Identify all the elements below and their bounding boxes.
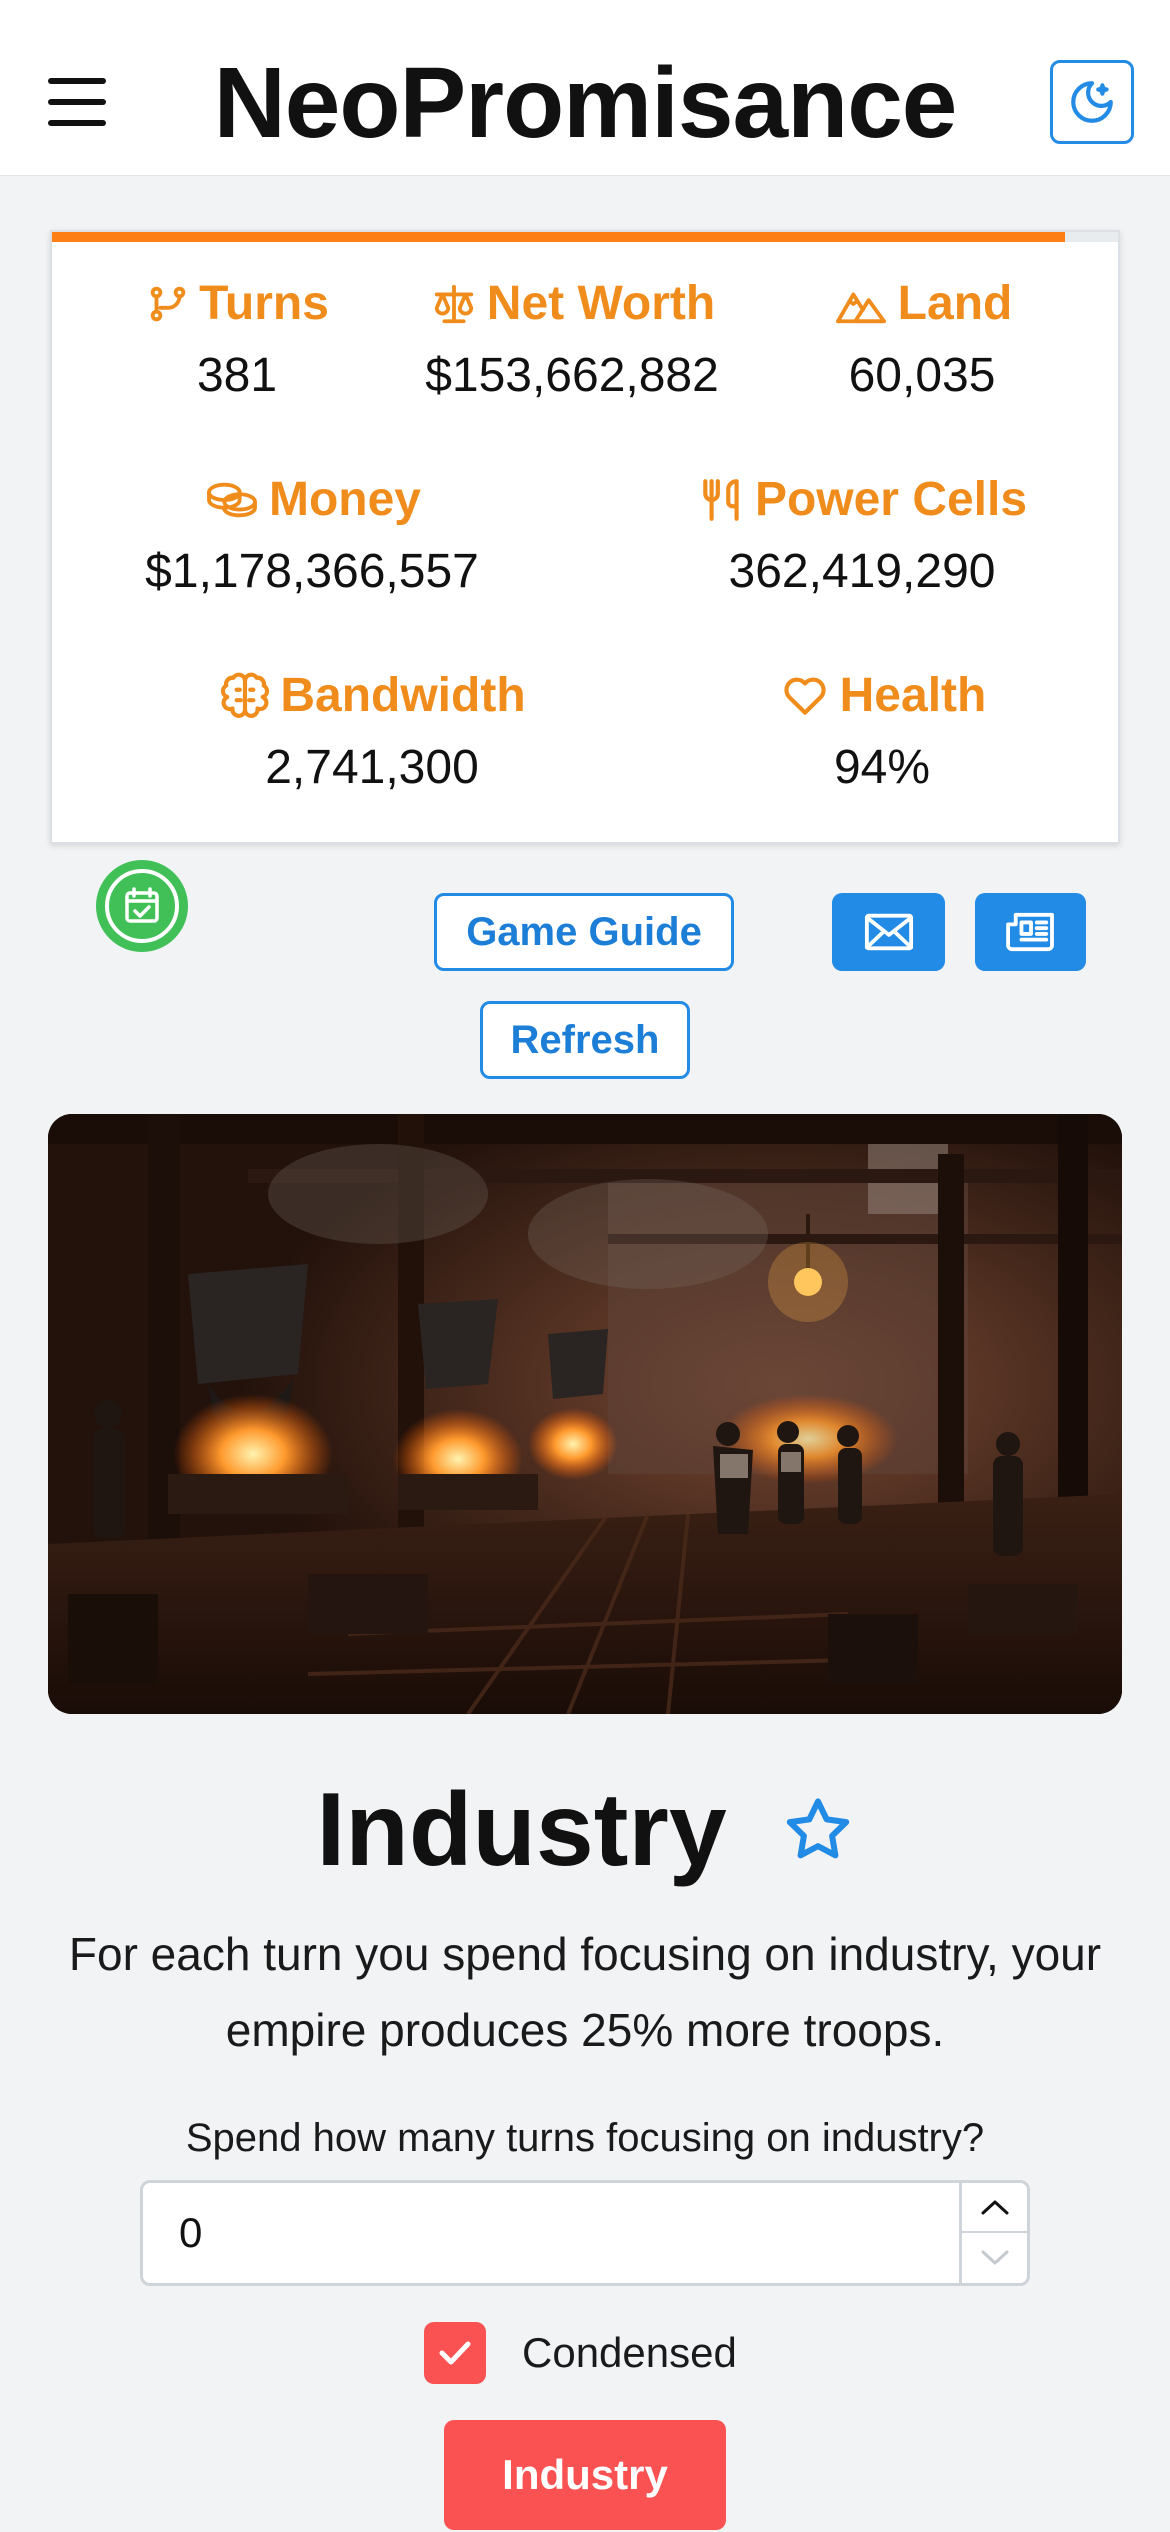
stat-land: Land 60,035 <box>772 274 1072 406</box>
turns-progress-bar <box>52 232 1118 242</box>
mail-button[interactable] <box>832 893 945 971</box>
stat-power-cells-value: 362,419,290 <box>728 545 996 598</box>
app-header: NeoPromisance <box>0 0 1170 176</box>
stat-power-cells-label: Power Cells <box>754 473 1028 526</box>
star-icon <box>786 1797 849 1858</box>
page-title-row: Industry <box>0 1762 1170 1890</box>
stat-land-value: 60,035 <box>848 349 996 402</box>
condensed-label: Condensed <box>522 2329 737 2376</box>
git-branch-icon <box>150 286 186 322</box>
factory-illustration <box>48 1114 1122 1714</box>
stat-money-label: Money <box>268 473 421 526</box>
fork-knife-icon <box>703 479 739 521</box>
refresh-button[interactable]: Refresh <box>480 1001 690 1079</box>
stat-power-cells: Power Cells 362,419,290 <box>672 470 1052 602</box>
favorite-button[interactable] <box>782 1770 854 1890</box>
scale-icon <box>434 284 473 324</box>
app-title: NeoPromisance <box>213 47 958 159</box>
industry-submit-button[interactable]: Industry <box>444 2420 726 2530</box>
stat-money: Money $1,178,366,557 <box>112 470 512 602</box>
industry-factory-image <box>48 1114 1122 1714</box>
turn-timer-icon[interactable] <box>94 858 190 954</box>
turns-stepper <box>959 2183 1027 2283</box>
stat-turns-label: Turns <box>199 277 329 330</box>
chevron-up-icon <box>981 2200 1008 2215</box>
stat-health: Health 94% <box>712 666 1052 798</box>
stats-card: Turns 381 Net Worth $153,662,882 Land 60… <box>50 230 1120 844</box>
coins-icon <box>207 482 257 518</box>
checkmark-icon <box>439 2341 471 2365</box>
stat-bandwidth-value: 2,741,300 <box>265 741 479 794</box>
stat-money-value: $1,178,366,557 <box>145 545 479 598</box>
turns-input[interactable] <box>143 2183 961 2283</box>
stepper-increment-button[interactable] <box>962 2183 1027 2233</box>
stat-bandwidth: Bandwidth 2,741,300 <box>172 666 572 798</box>
mountains-icon <box>835 292 886 324</box>
chevron-down-icon <box>981 2250 1008 2265</box>
stat-bandwidth-label: Bandwidth <box>280 669 526 722</box>
brain-icon <box>221 672 270 718</box>
mail-icon <box>864 913 913 951</box>
news-button[interactable] <box>975 893 1086 971</box>
stat-health-label: Health <box>839 669 987 722</box>
stat-turns-value: 381 <box>196 349 278 402</box>
newspaper-icon <box>1005 912 1054 952</box>
page-description: For each turn you spend focusing on indu… <box>68 1928 1102 2056</box>
turns-number-field <box>140 2180 1030 2286</box>
stepper-decrement-button[interactable] <box>962 2233 1027 2283</box>
stat-net-worth: Net Worth $153,662,882 <box>382 274 762 406</box>
moon-icon <box>1071 81 1113 123</box>
stat-net-worth-label: Net Worth <box>486 277 716 330</box>
stat-health-value: 94% <box>833 741 931 794</box>
turns-progress-fill <box>52 232 1065 242</box>
theme-toggle-button[interactable] <box>1050 60 1134 144</box>
stat-turns: Turns 381 <box>92 274 382 406</box>
page-title: Industry <box>316 1771 727 1888</box>
stat-land-label: Land <box>897 277 1013 330</box>
calendar-check-icon <box>96 860 188 952</box>
condensed-checkbox[interactable] <box>424 2322 486 2384</box>
turns-input-label: Spend how many turns focusing on industr… <box>185 2116 985 2160</box>
condensed-option: Condensed <box>424 2322 737 2384</box>
heart-icon <box>784 677 826 715</box>
stat-net-worth-value: $153,662,882 <box>425 349 719 402</box>
game-guide-button[interactable]: Game Guide <box>434 893 734 971</box>
